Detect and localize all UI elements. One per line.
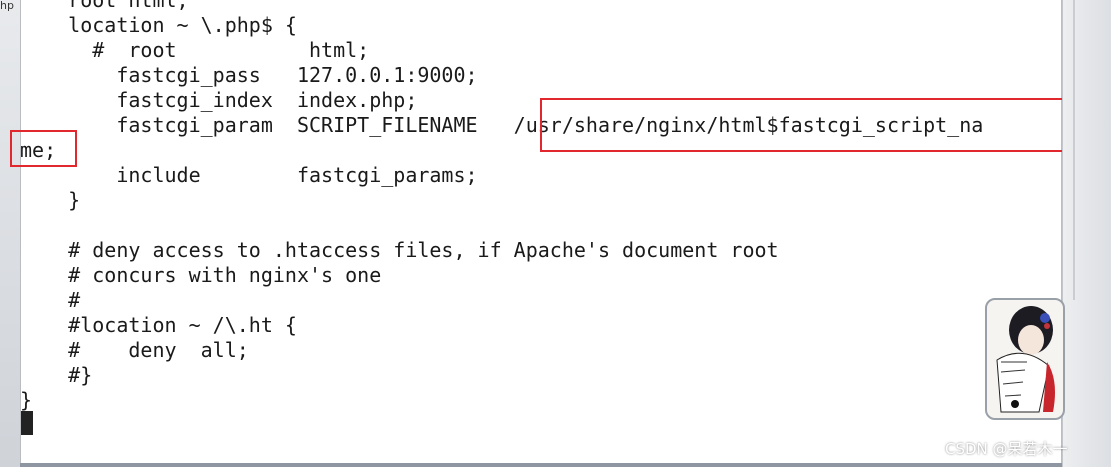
text-cursor	[21, 411, 33, 435]
code-line-root-html: root html;	[20, 0, 189, 12]
desktop: hp root html; location ~ \.php$ { # root…	[0, 0, 1111, 467]
scrollbar-track[interactable]	[1073, 0, 1075, 300]
code-line-comment-location-ht: #location ~ /\.ht {	[20, 313, 297, 337]
background-window-label: hp	[0, 0, 14, 12]
code-line-fastcgi-pass: fastcgi_pass 127.0.0.1:9000;	[20, 63, 478, 87]
code-line-close-brace: }	[20, 188, 81, 212]
avatar-sticker	[985, 298, 1065, 420]
avatar-illustration-icon	[996, 306, 1055, 413]
vi-editor-content[interactable]: root html; location ~ \.php$ { # root ht…	[20, 0, 983, 425]
code-line-root-comment: # root html;	[20, 38, 370, 62]
code-line-server-close: }	[20, 388, 33, 412]
code-line-include: include fastcgi_params;	[20, 163, 478, 187]
code-line-comment-deny-all: # deny all;	[20, 338, 249, 362]
code-line-comment-concurs: # concurs with nginx's one	[20, 263, 382, 287]
highlight-box-wrapped-me	[10, 130, 77, 167]
code-line-comment-close: #}	[20, 363, 93, 387]
highlight-box-script-path	[540, 98, 1080, 152]
background-window-edge[interactable]: hp	[0, 0, 20, 467]
code-line-location-php: location ~ \.php$ {	[20, 13, 297, 37]
csdn-watermark: CSDN @呆若木一	[945, 440, 1068, 458]
code-line-comment-hash: #	[20, 288, 81, 312]
terminal-scrollbar[interactable]	[1062, 0, 1111, 467]
code-line-comment-deny: # deny access to .htaccess files, if Apa…	[20, 238, 779, 262]
